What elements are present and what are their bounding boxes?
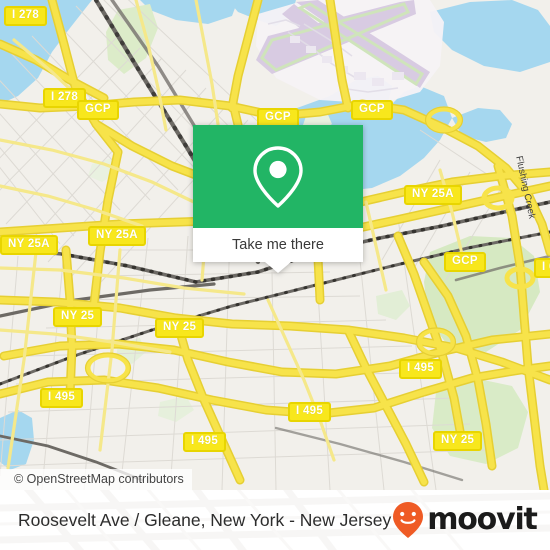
map-screenshot: I 278 I 278 GCP GCP GCP NY 25A NY 25A NY 25A GCP… <box>0 0 550 550</box>
road-shield: GCP <box>444 252 486 272</box>
road-shield: NY 25A <box>404 185 462 205</box>
road-shield: NY 25 <box>155 318 205 338</box>
road-shield: NY 25 <box>433 431 483 451</box>
road-shield: GCP <box>351 100 393 120</box>
moovit-brand-logo[interactable]: moovit <box>391 501 538 539</box>
map-popup-callout[interactable]: Take me there <box>193 125 363 273</box>
popup-pin-panel <box>193 125 363 228</box>
road-shield: NY 25A <box>88 226 146 246</box>
page-title: Roosevelt Ave / Gleane, New York - New J… <box>18 509 392 530</box>
attribution-text: © OpenStreetMap contributors <box>14 472 184 486</box>
road-shield: I 495 <box>40 388 84 408</box>
map-attribution[interactable]: © OpenStreetMap contributors <box>0 469 192 490</box>
road-shield: I 495 <box>399 359 443 379</box>
road-shield: I 678 <box>534 258 550 278</box>
road-shield: I 278 <box>4 6 48 26</box>
road-shield: NY 25 <box>53 307 103 327</box>
take-me-there-label: Take me there <box>232 237 324 253</box>
popup-tail-pointer <box>265 262 291 273</box>
road-shield: I 495 <box>288 402 332 422</box>
road-shield: GCP <box>77 100 119 120</box>
take-me-there-button[interactable]: Take me there <box>193 228 363 262</box>
moovit-smiley-pin-icon <box>393 502 424 538</box>
moovit-wordmark: moovit <box>427 502 538 537</box>
road-shield: NY 25A <box>0 235 58 255</box>
map-canvas[interactable]: I 278 I 278 GCP GCP GCP NY 25A NY 25A NY 25A GCP… <box>0 0 550 490</box>
footer-bar: Roosevelt Ave / Gleane, New York - New J… <box>0 490 550 550</box>
map-pin-icon <box>253 145 303 208</box>
road-shield: I 495 <box>183 432 227 452</box>
